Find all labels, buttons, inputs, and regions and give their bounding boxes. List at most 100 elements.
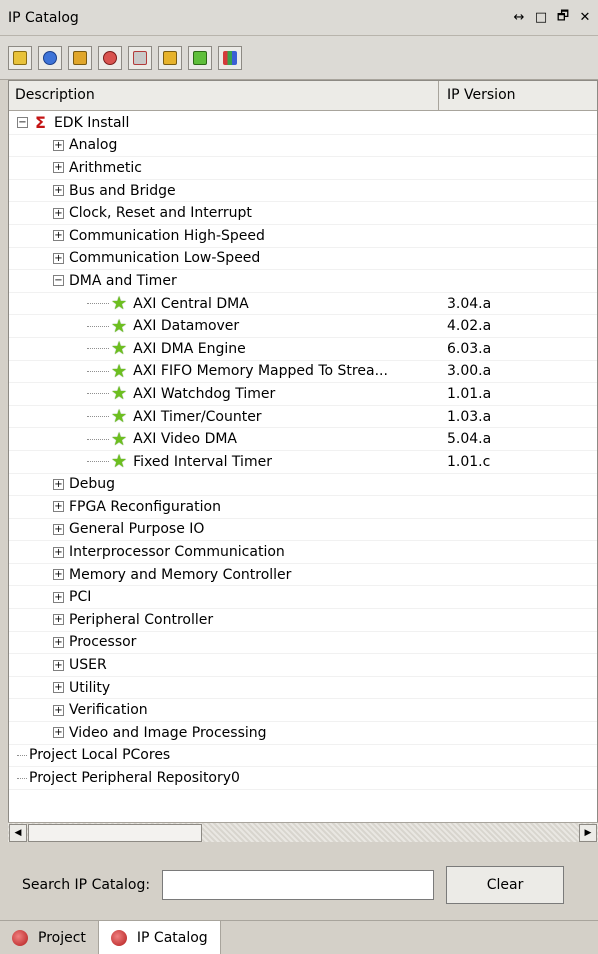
tree-row[interactable]: − Σ EDK Install [9,112,597,135]
tree-item-label: Debug [69,476,116,493]
tree-item-label: Video and Image Processing [69,724,267,741]
expand-icon[interactable]: + [53,230,64,242]
search-area: Search IP Catalog: Clear [0,852,598,918]
column-header-ip-version[interactable]: IP Version [439,81,597,110]
tree-item-label: Interprocessor Communication [69,544,285,561]
import-icon[interactable] [68,45,92,70]
expand-icon[interactable]: + [53,727,64,739]
tree-row[interactable]: + Utility [9,677,597,700]
tree-row[interactable]: + Analog [9,135,597,158]
scroll-left-icon[interactable]: ◀ [9,824,27,842]
tree-line [87,370,109,372]
toolbar [0,36,598,80]
tree-row[interactable]: + General Purpose IO [9,519,597,542]
expand-icon[interactable]: + [53,501,64,513]
expand-icon[interactable]: + [53,523,64,535]
tree-row[interactable]: + Processor [9,632,597,655]
tree-row[interactable]: + Communication Low-Speed [9,248,597,271]
expand-icon[interactable]: + [53,478,64,490]
tab-ip-catalog[interactable]: IP Catalog [97,921,221,954]
expand-icon[interactable]: + [53,139,64,151]
tree-row[interactable]: + Bus and Bridge [9,180,597,203]
expand-icon[interactable]: + [53,636,64,648]
restore-icon[interactable]: 🗗 [556,7,570,29]
collapse-icon[interactable]: − [53,275,64,287]
ip-version: 5.04.a [447,431,492,448]
tree-row[interactable]: ★ Fixed Interval Timer 1.01.c [9,451,597,474]
tree-line [87,325,109,327]
tree-row[interactable]: ★ AXI Datamover 4.02.a [9,315,597,338]
tree-line [87,393,109,395]
expand-icon[interactable]: + [53,207,64,219]
expand-icon[interactable]: + [53,252,64,264]
tree-item-label: Communication Low-Speed [69,250,261,267]
tree-row[interactable]: + Verification [9,699,597,723]
tree-row[interactable]: ★ AXI Central DMA 3.04.a [9,293,597,316]
star-icon: ★ [111,315,128,337]
tree-item-label: AXI Watchdog Timer [133,385,276,402]
tree-item-label: Project Peripheral Repository0 [29,770,240,787]
expand-icon[interactable]: + [53,591,64,603]
tree-row[interactable]: ★ AXI FIFO Memory Mapped To Strea... 3.00.… [9,361,597,384]
chart-icon[interactable] [218,45,242,70]
expand-icon[interactable]: + [53,569,64,581]
window-controls: ↔ □ 🗗 ✕ [512,7,592,29]
tree-item-label: PCI [69,589,92,606]
config-icon[interactable] [188,45,212,70]
tree-icon[interactable] [8,45,32,70]
tree-row[interactable]: + USER [9,654,597,677]
expand-icon[interactable]: + [53,682,64,694]
ip-version: 6.03.a [447,340,492,357]
expand-icon[interactable]: + [53,185,64,197]
tree-item-label: Communication High-Speed [69,227,265,244]
tree-item-label: Bus and Bridge [69,182,176,199]
star-icon: ★ [111,451,128,473]
clear-button[interactable]: Clear [446,866,565,904]
close-icon[interactable]: ✕ [578,10,592,25]
add-icon[interactable] [38,45,62,70]
tree-item-label: AXI DMA Engine [133,340,246,357]
expand-icon[interactable]: + [53,704,64,716]
tree-row[interactable]: ★ AXI DMA Engine 6.03.a [9,338,597,361]
tree-row[interactable]: − DMA and Timer [9,270,597,293]
tab-ip-catalog-label: IP Catalog [136,929,208,946]
tree-item-label: Verification [69,702,148,719]
collapse-icon[interactable]: − [17,117,28,129]
tree-row[interactable]: + FPGA Reconfiguration [9,496,597,519]
float-icon[interactable]: ↔ [512,10,526,25]
tree-row[interactable]: ★ AXI Video DMA 5.04.a [9,428,597,451]
tree-row[interactable]: Project Peripheral Repository0 [9,767,597,790]
tree-rows: − Σ EDK Install + Analog + Arithmetic + Bus and … [9,112,597,790]
tree-row[interactable]: + Debug [9,474,597,497]
expand-icon[interactable]: + [53,614,64,626]
tree-line [87,438,109,440]
tree-row[interactable]: ★ AXI Watchdog Timer 1.01.a [9,383,597,406]
refresh-icon[interactable] [98,45,122,70]
tree-row[interactable]: ★ AXI Timer/Counter 1.03.a [9,406,597,429]
expand-icon[interactable]: + [53,546,64,558]
scroll-right-icon[interactable]: ▶ [579,824,597,842]
tree-row[interactable]: + Memory and Memory Controller [9,564,597,587]
tree-row[interactable]: + Arithmetic [9,157,597,180]
scroll-thumb[interactable] [28,824,202,842]
search-input[interactable] [162,870,435,900]
tree-row[interactable]: + Peripheral Controller [9,609,597,632]
maximize-icon[interactable]: □ [534,10,548,25]
column-header-description[interactable]: Description [9,81,439,110]
tree-row[interactable]: + PCI [9,586,597,610]
expand-icon[interactable]: + [53,162,64,174]
tree-row[interactable]: + Video and Image Processing [9,722,597,745]
tree-row[interactable]: + Communication High-Speed [9,225,597,248]
tree-row[interactable]: + Interprocessor Communication [9,541,597,564]
bottom-tabs: Project IP Catalog [0,920,598,954]
tree-item-label: Clock, Reset and Interrupt [69,205,252,222]
tree-row[interactable]: Project Local PCores [9,745,597,768]
lock-icon[interactable] [158,45,182,70]
horizontal-scrollbar[interactable]: ◀ ▶ [8,822,598,842]
ip-version: 1.03.a [447,408,492,425]
expand-icon[interactable]: + [53,659,64,671]
filter-icon[interactable] [128,45,152,70]
tree-item-label: General Purpose IO [69,521,205,538]
tree-row[interactable]: + Clock, Reset and Interrupt [9,202,597,225]
tab-project[interactable]: Project [0,921,98,954]
